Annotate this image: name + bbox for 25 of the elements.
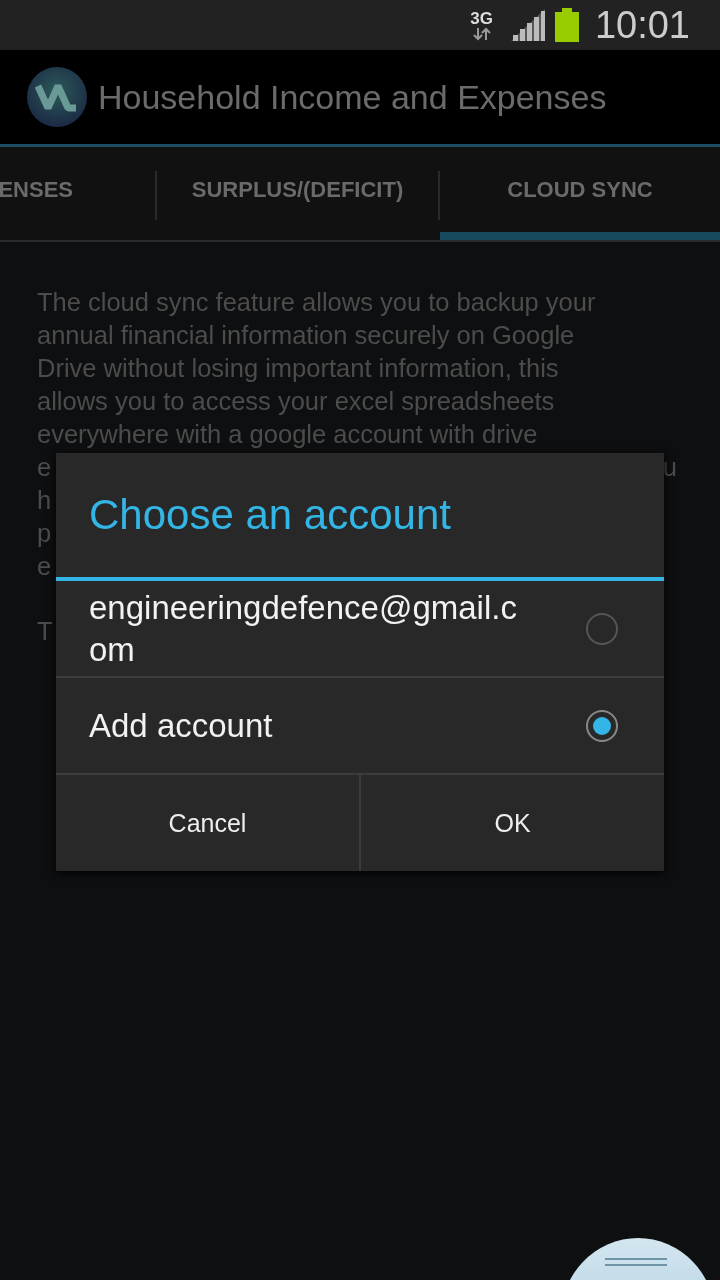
paragraph-fragment: e: [37, 452, 52, 483]
paragraph-line: everywhere with a google account with drive: [37, 419, 539, 450]
dialog-title: Choose an account: [56, 453, 664, 581]
paragraph-line: annual financial information securely on Google: [37, 320, 576, 351]
label-fragment: T: [37, 617, 53, 645]
radio-button[interactable]: [586, 612, 618, 645]
dialog-button[interactable]: Cancel: [56, 775, 359, 871]
paragraph-fragment: u: [662, 452, 677, 483]
paragraph-line: The cloud sync feature allows you to backup your: [37, 287, 597, 318]
clock-time: 10:01: [594, 3, 690, 47]
account-option[interactable]: engineeringdefence@gmail.com: [56, 581, 664, 678]
network-type-label: 3G: [470, 9, 493, 27]
paragraph-fragment: p: [37, 518, 52, 549]
app-logo-icon[interactable]: [26, 66, 88, 128]
account-option[interactable]: Add account: [56, 678, 664, 775]
paragraph-fragment: e: [37, 551, 52, 582]
battery-icon: [554, 8, 579, 42]
radio-button[interactable]: [586, 709, 618, 742]
dialog-button[interactable]: OK: [359, 775, 664, 871]
paragraph-line: allows you to access your excel spreadsheets: [37, 386, 556, 417]
paragraph-fragment: h: [37, 485, 52, 516]
app-title: Household Income and Expenses: [98, 77, 607, 117]
paragraph-line: Drive without losing important information, this: [37, 353, 560, 384]
signal-icon: [510, 9, 545, 41]
data-arrows-icon: [470, 26, 493, 41]
